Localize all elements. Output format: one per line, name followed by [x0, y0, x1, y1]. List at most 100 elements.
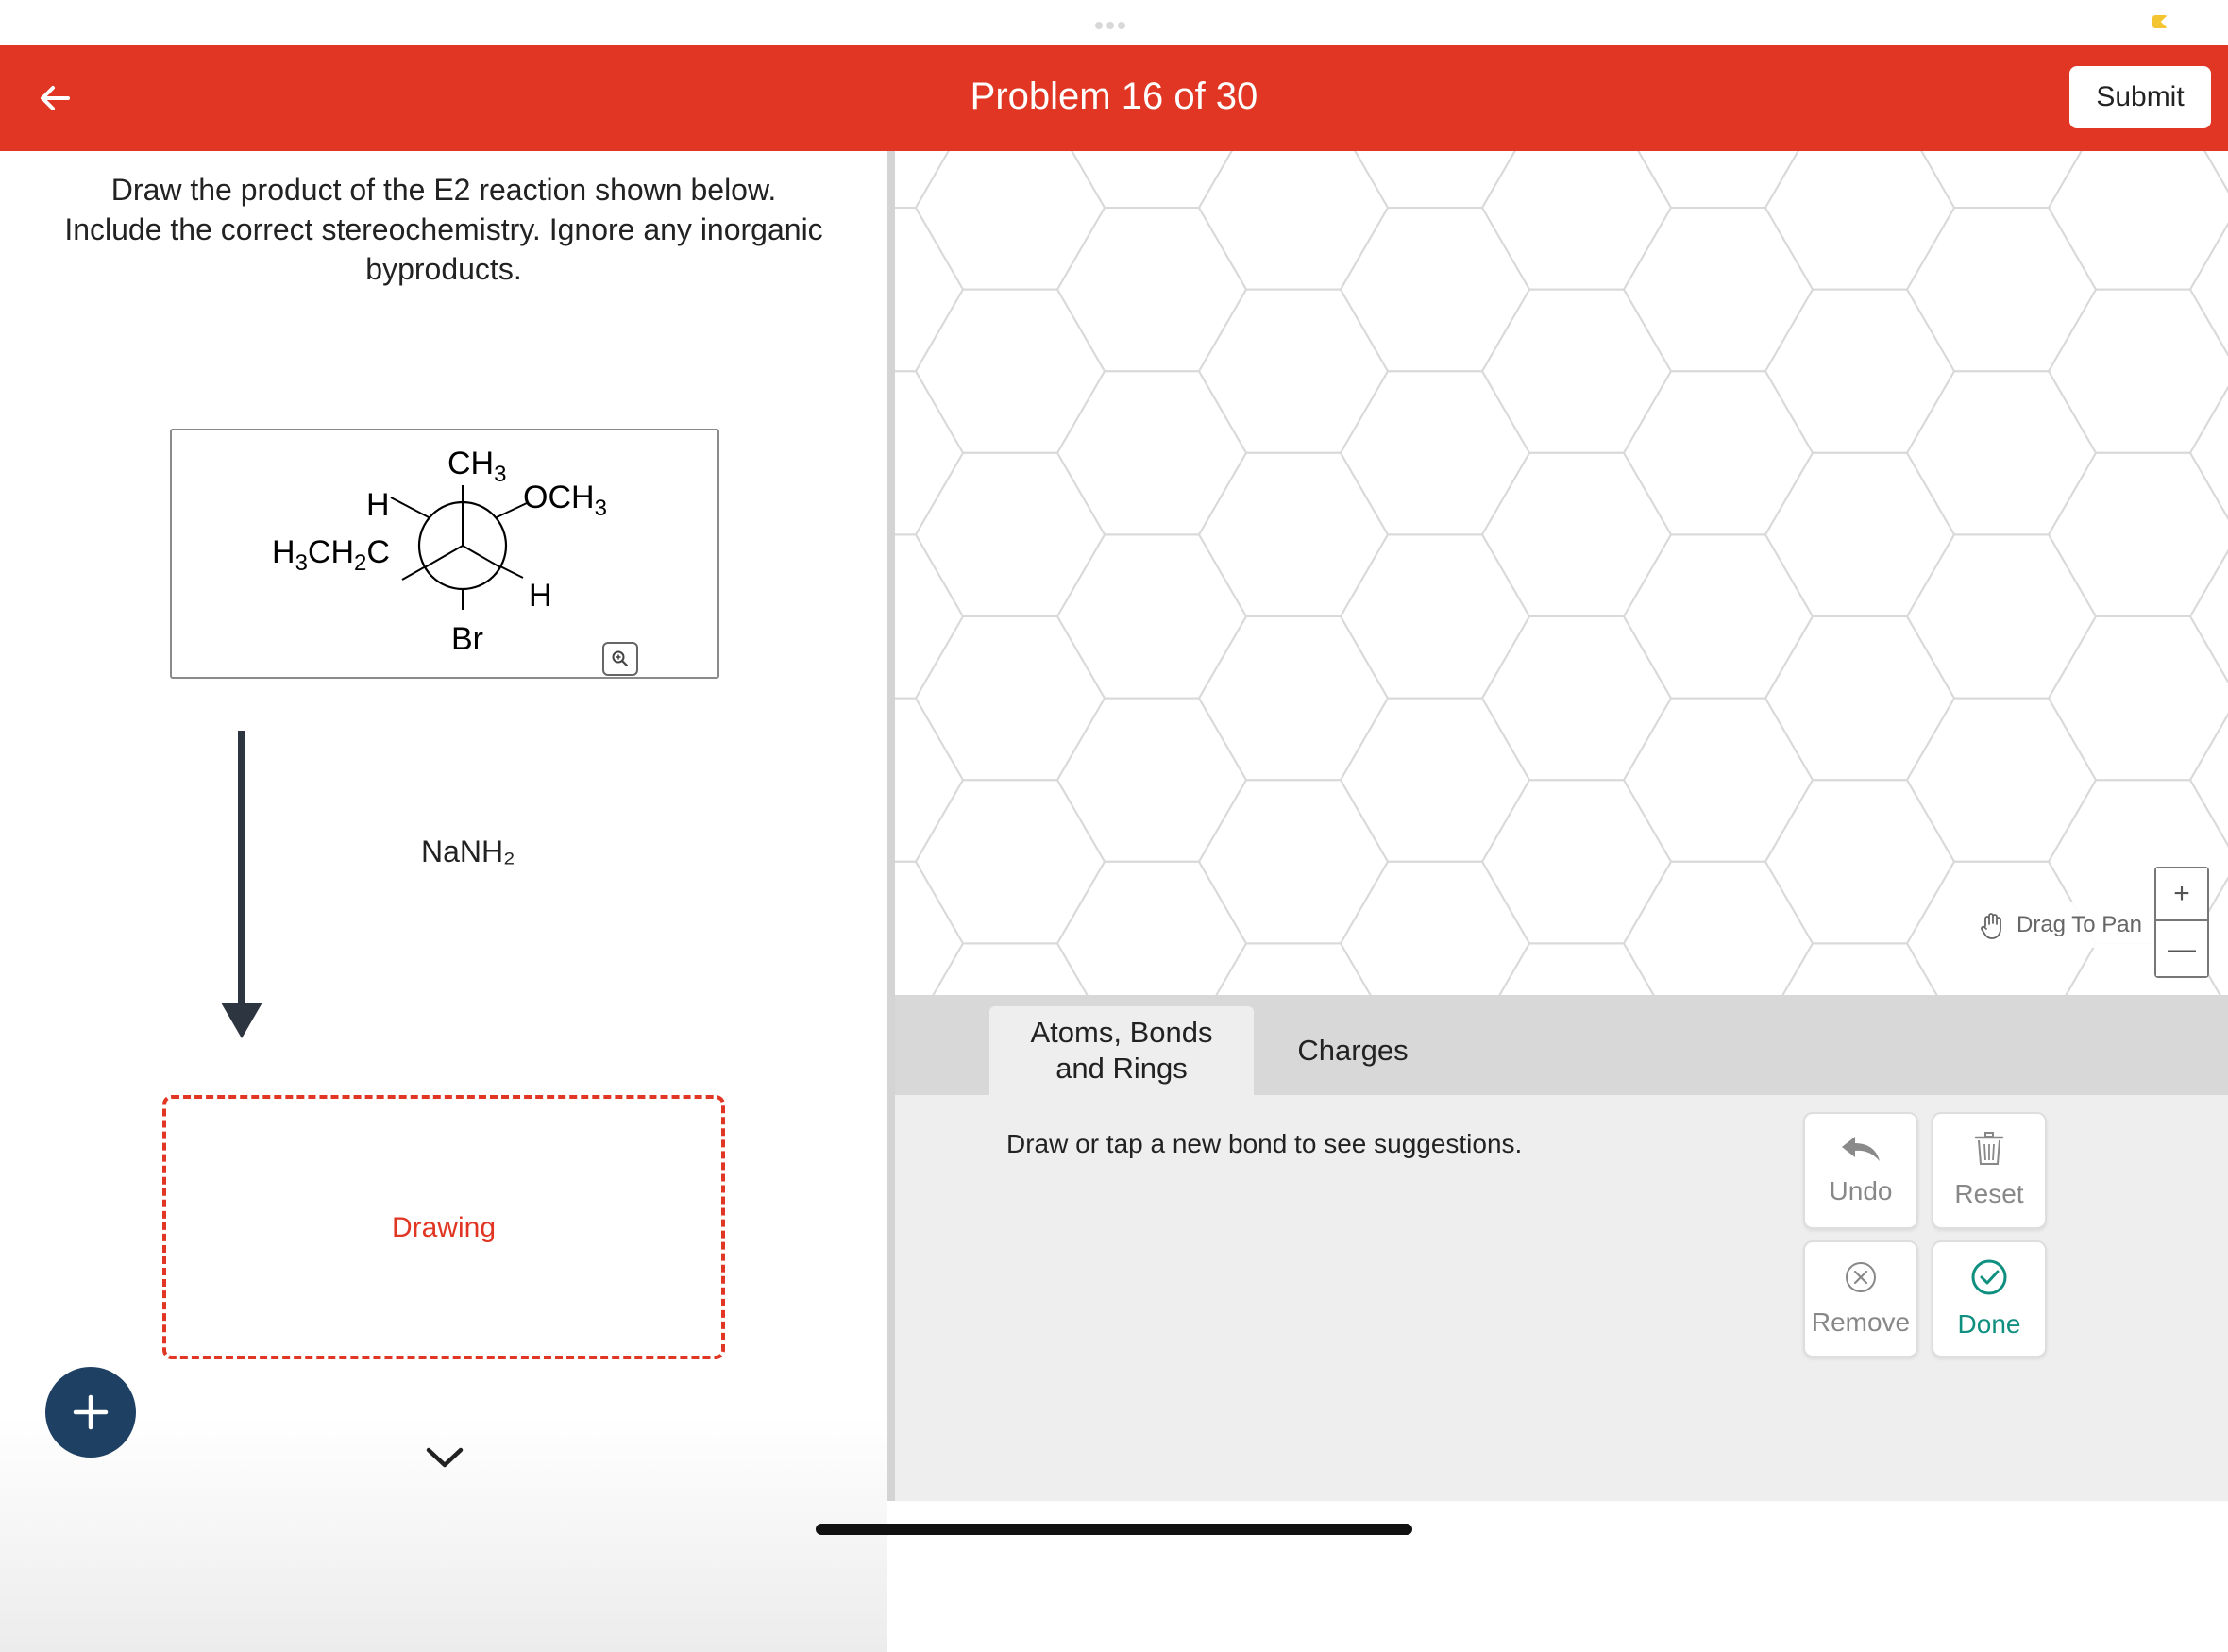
question-panel: Draw the product of the E2 reaction show…	[0, 151, 887, 1652]
hex-cell	[1781, 942, 1938, 995]
suggestion-hint: Draw or tap a new bond to see suggestion…	[1006, 1129, 1523, 1158]
svg-text:H3CH2C: H3CH2C	[272, 534, 390, 576]
hex-cell	[1764, 288, 1956, 454]
zoom-structure-button[interactable]	[602, 642, 638, 676]
zoom-controls: + —	[2154, 867, 2209, 978]
question-line: Include the correct stereochemistry. Ign…	[64, 212, 823, 246]
undo-arrow-icon	[1842, 1137, 1880, 1161]
zoom-out-button[interactable]: —	[2156, 923, 2207, 976]
hex-cell	[1339, 370, 1531, 536]
chevron-down-icon[interactable]	[425, 1446, 464, 1471]
question-line: Draw the product of the E2 reaction show…	[110, 173, 777, 207]
reset-button[interactable]: Reset	[1932, 1112, 2047, 1229]
hex-cell	[1905, 533, 2098, 700]
multitask-dots-icon[interactable]	[1095, 17, 1133, 29]
hex-cell	[1339, 860, 1531, 995]
check-circle-icon	[1971, 1259, 2007, 1295]
atom-subscript: 3	[494, 462, 506, 487]
reactant-structure: CH3 H OCH3 H3CH2C H Br	[170, 429, 719, 679]
svg-text:CH3: CH3	[447, 446, 506, 487]
hex-cell	[1764, 615, 1956, 782]
svg-text:OCH3: OCH3	[523, 480, 607, 521]
reset-label: Reset	[1954, 1179, 2024, 1208]
hex-cell	[1197, 451, 1390, 617]
hex-cell	[2047, 451, 2228, 617]
hex-cell	[1055, 207, 1248, 373]
hex-cell	[1622, 207, 1814, 373]
hex-cell	[1480, 779, 1673, 945]
drawing-label: Drawing	[391, 1212, 497, 1243]
hex-grid	[895, 151, 2228, 995]
magnify-icon	[612, 650, 629, 667]
hex-cell	[1905, 370, 2098, 536]
hex-cell	[1905, 697, 2098, 863]
done-label: Done	[1957, 1309, 2021, 1339]
newman-projection: CH3 H OCH3 H3CH2C H Br	[272, 446, 607, 657]
question-line: byproducts.	[365, 252, 522, 286]
header-bar: Problem 16 of 30 Submit	[0, 45, 2228, 151]
atom-label: CH	[447, 446, 494, 481]
atom-subscript: 3	[595, 496, 607, 521]
hex-cell	[1055, 860, 1248, 995]
hex-cell	[1071, 151, 1233, 209]
home-indicator	[816, 1524, 1412, 1535]
done-button[interactable]: Done	[1932, 1240, 2047, 1357]
hex-cell	[914, 779, 1106, 945]
submit-button[interactable]: Submit	[2069, 66, 2211, 128]
hex-cell	[1197, 151, 1390, 291]
hex-cell	[1764, 451, 1956, 617]
hex-cell	[914, 451, 1106, 617]
tool-tabs: Atoms, Bonds and Rings Charges	[895, 995, 2228, 1095]
atom-subscript: 2	[354, 550, 366, 576]
hex-cell	[2203, 151, 2228, 194]
hex-cell	[1197, 288, 1390, 454]
reaction-arrow	[221, 731, 262, 1038]
atom-label: H	[529, 578, 552, 614]
hex-cell	[1637, 151, 1799, 209]
drawing-canvas[interactable]: Drag To Pan + —	[895, 151, 2228, 995]
tab-label: Atoms, Bonds	[1030, 1016, 1213, 1049]
hex-cell	[1055, 533, 1248, 700]
hex-cell	[914, 615, 1106, 782]
hex-cell	[1622, 697, 1814, 863]
page-title: Problem 16 of 30	[970, 76, 1258, 117]
hex-cell	[2188, 548, 2228, 684]
hex-cell	[1480, 288, 1673, 454]
hex-cell	[1339, 697, 1531, 863]
add-button[interactable]	[45, 1367, 136, 1458]
atom-label: CH	[308, 534, 354, 570]
zoom-in-button[interactable]: +	[2156, 868, 2207, 921]
hex-cell	[2188, 222, 2228, 357]
pan-hint-text: Drag To Pan	[2017, 912, 2142, 937]
tab-label: and Rings	[1055, 1052, 1188, 1085]
hex-cell	[895, 860, 965, 995]
remove-label: Remove	[1811, 1307, 1911, 1337]
hex-cell	[932, 942, 1089, 995]
undo-button[interactable]: Undo	[1803, 1112, 1918, 1229]
remove-button[interactable]: Remove	[1803, 1240, 1918, 1357]
status-bar	[0, 0, 2228, 45]
hex-cell	[1215, 942, 1372, 995]
hex-cell	[1480, 151, 1673, 291]
hex-cell	[1480, 615, 1673, 782]
answer-drawing-area[interactable]: Drawing	[162, 1095, 725, 1359]
hex-cell	[1764, 151, 1956, 291]
tab-charges[interactable]: Charges	[1254, 1006, 1452, 1095]
hex-cell	[1764, 779, 1956, 945]
hex-cell	[1055, 697, 1248, 863]
hex-cell	[1339, 533, 1531, 700]
panel-divider[interactable]	[887, 151, 895, 1501]
hex-cell	[2188, 385, 2228, 521]
hex-cell	[1055, 370, 1248, 536]
reagent-label: NaNH₂	[421, 834, 515, 868]
trash-icon	[1974, 1132, 2004, 1165]
hex-cell	[1622, 533, 1814, 700]
hand-icon	[1981, 913, 2001, 939]
hex-cell	[895, 151, 950, 209]
atom-label: C	[366, 534, 390, 570]
tab-atoms-bonds-rings[interactable]: Atoms, Bonds and Rings	[989, 1006, 1254, 1095]
hex-cell	[1197, 615, 1390, 782]
undo-label: Undo	[1829, 1176, 1893, 1205]
hex-cell	[1622, 860, 1814, 995]
question-text: Draw the product of the E2 reaction show…	[28, 170, 859, 289]
